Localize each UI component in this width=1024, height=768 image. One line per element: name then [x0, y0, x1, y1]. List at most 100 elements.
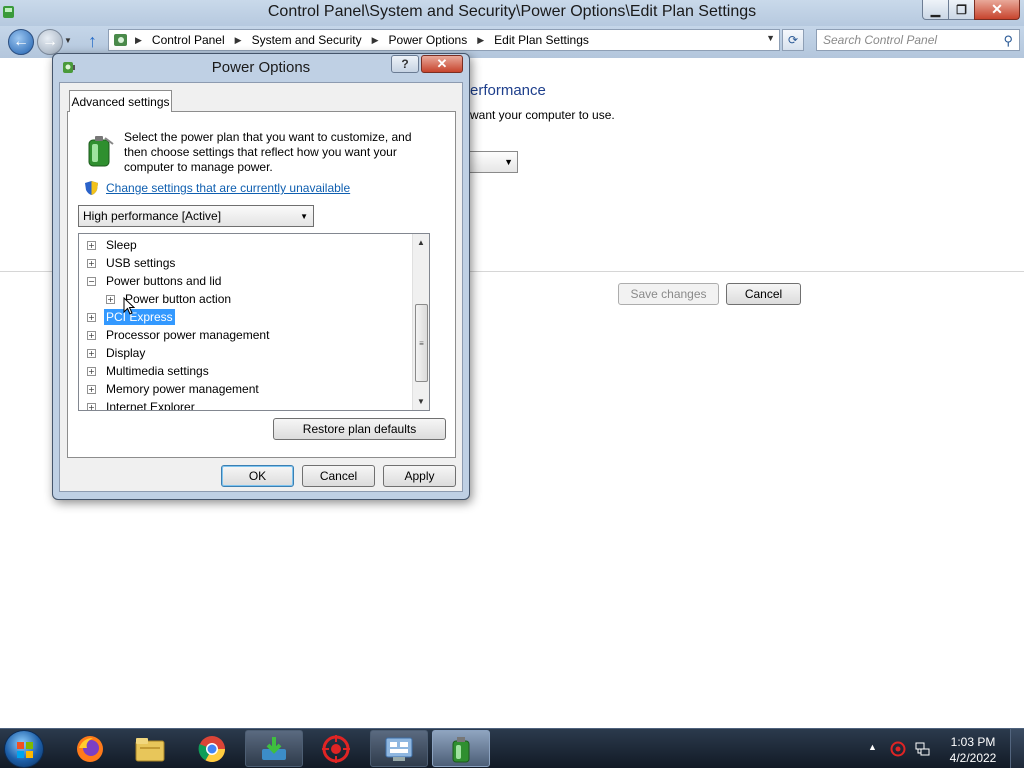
scroll-down-icon[interactable]: ▼	[413, 393, 429, 410]
breadcrumb-separator: ▶	[135, 34, 142, 45]
windows-logo-icon	[17, 742, 33, 758]
tray-security-icon[interactable]	[890, 741, 906, 757]
system-clock[interactable]: 1:03 PM 4/2/2022	[945, 734, 1001, 766]
tree-item-label: Sleep	[106, 238, 137, 252]
breadcrumb-separator[interactable]: ▶	[477, 35, 484, 46]
back-arrow-icon: ←	[13, 33, 29, 50]
dialog-cancel-button[interactable]: Cancel	[302, 465, 375, 487]
expand-icon[interactable]: +	[87, 402, 96, 410]
save-changes-button[interactable]: Save changes	[618, 283, 719, 305]
restore-button[interactable]: ❐	[948, 0, 975, 20]
tree-item-label: Processor power management	[106, 328, 270, 342]
window-title: Control Panel\System and Security\Power …	[267, 3, 757, 20]
show-hidden-icons-icon[interactable]: ▲	[868, 742, 877, 752]
tree-scrollbar[interactable]: ▲ ≡ ▼	[412, 234, 429, 410]
taskbar-power-options[interactable]	[432, 730, 490, 767]
restore-icon: ❐	[956, 2, 967, 17]
taskbar: ▲ 1:03 PM 4/2/2022	[0, 728, 1024, 768]
breadcrumb-system-and-security[interactable]: System and Security	[252, 33, 362, 47]
expand-icon[interactable]: +	[87, 366, 96, 376]
search-box[interactable]: ⚲	[816, 29, 1020, 51]
refresh-icon: ⟳	[787, 33, 799, 47]
forward-arrow-icon: →	[42, 33, 58, 50]
tab-advanced-settings[interactable]: Advanced settings	[69, 90, 172, 112]
tree-item[interactable]: + Memory power management	[87, 380, 261, 398]
clock-date: 4/2/2022	[949, 751, 997, 765]
taskbar-security-app[interactable]	[307, 730, 365, 767]
breadcrumb-separator[interactable]: ▶	[235, 35, 242, 46]
taskbar-control-panel[interactable]	[370, 730, 428, 767]
breadcrumb-power-options[interactable]: Power Options	[389, 33, 468, 47]
tree-item-label: USB settings	[106, 256, 176, 270]
forward-button[interactable]: →	[37, 29, 63, 55]
change-settings-link[interactable]: Change settings that are currently unava…	[106, 181, 350, 195]
back-button[interactable]: ←	[8, 29, 34, 55]
refresh-button[interactable]: ⟳	[782, 29, 804, 51]
intro-text: Select the power plan that you want to c…	[124, 130, 412, 174]
expand-icon[interactable]: +	[87, 330, 96, 340]
dialog-close-button[interactable]: ✕	[421, 55, 463, 73]
close-button[interactable]: ✕	[974, 0, 1020, 20]
taskbar-chrome[interactable]	[183, 730, 241, 767]
close-icon: ✕	[436, 56, 448, 71]
breadcrumb-separator[interactable]: ▶	[372, 35, 379, 46]
up-arrow-icon[interactable]: ↑	[88, 31, 97, 52]
address-dropdown-icon[interactable]: ▼	[766, 33, 775, 43]
breadcrumb-edit-plan-settings[interactable]: Edit Plan Settings	[494, 33, 589, 47]
address-bar[interactable]: ▶ Control Panel ▶ System and Security ▶ …	[108, 29, 780, 51]
chrome-icon	[198, 735, 226, 762]
expand-icon[interactable]: +	[87, 258, 96, 268]
file-explorer-icon	[135, 737, 165, 761]
start-button[interactable]	[4, 730, 44, 768]
expand-icon[interactable]: +	[106, 294, 115, 304]
restore-plan-defaults-button[interactable]: Restore plan defaults	[273, 418, 446, 440]
show-desktop-button[interactable]	[1010, 729, 1024, 768]
collapse-icon[interactable]: −	[87, 276, 96, 286]
download-manager-icon	[262, 736, 286, 760]
expand-icon[interactable]: +	[87, 240, 96, 250]
taskbar-download-manager[interactable]	[245, 730, 303, 767]
scroll-up-icon[interactable]: ▲	[413, 234, 429, 251]
plan-heading: erformance	[470, 82, 546, 99]
battery-icon	[88, 136, 114, 167]
tree-item[interactable]: − Power buttons and lid	[87, 272, 223, 290]
control-panel-icon	[385, 737, 413, 761]
tree-item[interactable]: + Display	[87, 344, 147, 362]
clock-time: 1:03 PM	[950, 735, 996, 749]
expand-icon[interactable]: +	[87, 312, 96, 322]
plan-description: want your computer to use.	[470, 108, 615, 122]
taskbar-firefox[interactable]	[61, 730, 119, 767]
ok-button[interactable]: OK	[221, 465, 294, 487]
search-input[interactable]	[823, 33, 993, 47]
network-icon[interactable]	[914, 741, 930, 757]
apply-button[interactable]: Apply	[383, 465, 456, 487]
settings-tree[interactable]: + Sleep + USB settings − Power buttons and li…	[78, 233, 430, 411]
search-icon[interactable]: ⚲	[1003, 33, 1013, 49]
power-plan-select[interactable]: High performance [Active] ▼	[78, 205, 314, 227]
minimize-button[interactable]: ▁	[922, 0, 949, 20]
taskbar-file-explorer[interactable]	[121, 730, 179, 767]
cancel-button[interactable]: Cancel	[726, 283, 801, 305]
firefox-icon	[77, 735, 103, 762]
tree-item[interactable]: + Processor power management	[87, 326, 271, 344]
tree-item[interactable]: + Internet Explorer	[87, 398, 197, 411]
advanced-settings-panel: Select the power plan that you want to c…	[67, 111, 456, 458]
mouse-pointer-icon	[123, 297, 135, 315]
expand-icon[interactable]: +	[87, 348, 96, 358]
expand-icon[interactable]: +	[87, 384, 96, 394]
recent-pages-chevron-icon[interactable]: ▼	[64, 36, 72, 45]
tree-item-label: Multimedia settings	[106, 364, 209, 378]
plan-setting-dropdown[interactable]: ▼	[468, 151, 518, 173]
tree-item-label: Memory power management	[106, 382, 259, 396]
help-button[interactable]: ?	[391, 55, 419, 73]
uac-shield-icon	[85, 181, 98, 195]
tree-item[interactable]: + Multimedia settings	[87, 362, 211, 380]
tree-item[interactable]: + USB settings	[87, 254, 177, 272]
dropdown-arrow-icon: ▼	[504, 157, 513, 167]
power-options-dialog: Power Options ? ✕ Advanced settings Sele…	[52, 53, 470, 500]
breadcrumb-control-panel[interactable]: Control Panel	[152, 33, 225, 47]
tree-item-label: Internet Explorer	[106, 400, 195, 411]
scrollbar-thumb[interactable]: ≡	[415, 304, 428, 382]
security-app-icon	[322, 734, 350, 763]
tree-item[interactable]: + Sleep	[87, 236, 139, 254]
